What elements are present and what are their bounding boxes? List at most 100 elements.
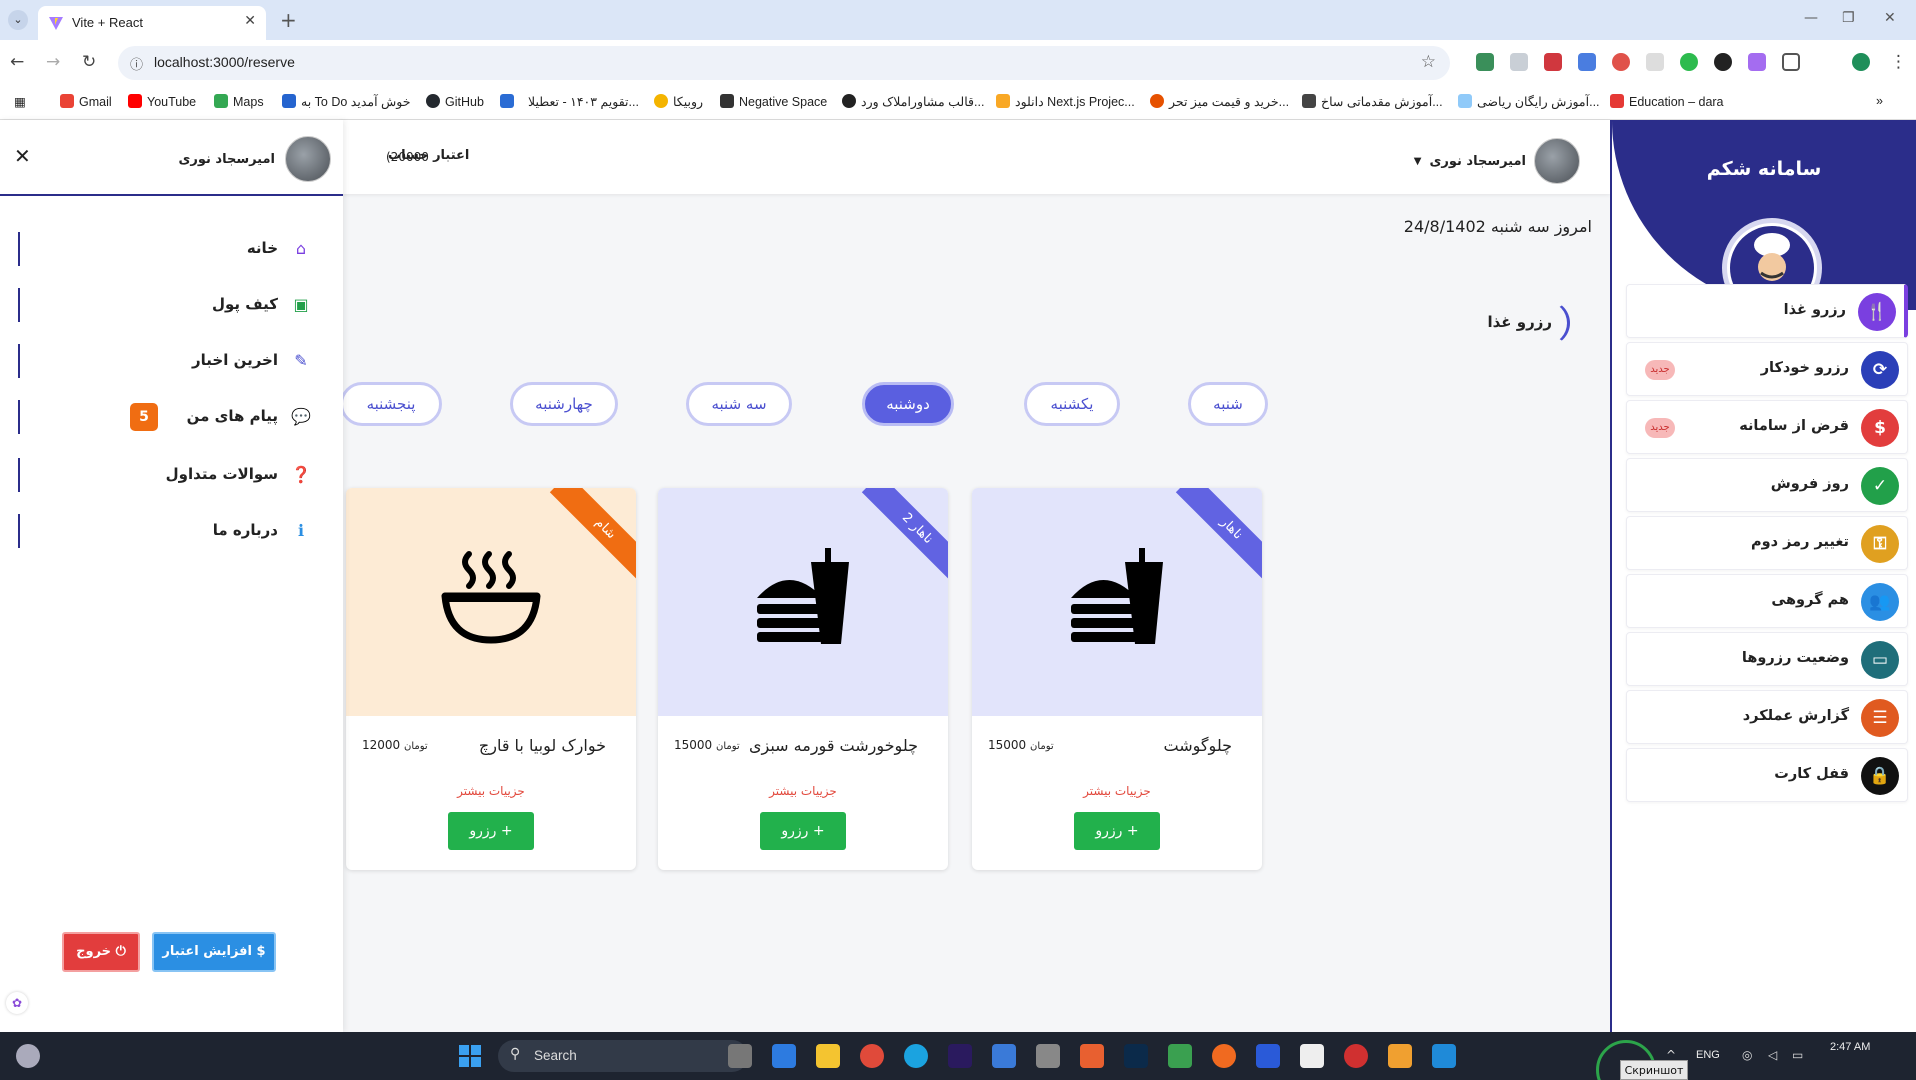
extension-icon[interactable]	[1476, 53, 1494, 71]
browser-tab[interactable]: Vite + React ✕	[38, 6, 266, 40]
bookmark-gmail[interactable]: Gmail	[60, 94, 112, 109]
window-close-icon[interactable]: ✕	[1884, 10, 1896, 26]
postman-icon[interactable]	[1212, 1044, 1236, 1068]
shield-extension-icon[interactable]	[1510, 53, 1528, 71]
sidebar-item-card-lock[interactable]: 🔒 قفل کارت	[1626, 748, 1908, 802]
more-menu-icon[interactable]: ⋮	[1890, 52, 1907, 72]
vscode-icon[interactable]	[1432, 1044, 1456, 1068]
windows-start-icon[interactable]	[458, 1044, 482, 1068]
reload-icon[interactable]: ↻	[82, 52, 96, 72]
bookmark-education[interactable]: Education – dara	[1610, 94, 1724, 109]
bookmark-desk[interactable]: خرید و قیمت میز تحر...	[1150, 94, 1289, 109]
bookmarks-overflow-icon[interactable]: »	[1876, 94, 1883, 108]
battery-icon[interactable]: ▭	[1792, 1048, 1803, 1062]
close-icon[interactable]: ✕	[14, 144, 31, 168]
bookmark-math[interactable]: آموزش رایگان ریاضی...	[1458, 94, 1600, 109]
more-details-link[interactable]: جزییات بیشتر	[972, 784, 1262, 798]
network-icon[interactable]: ◎	[1742, 1048, 1752, 1062]
check-extension-icon[interactable]	[1680, 53, 1698, 71]
premiere-icon[interactable]	[948, 1044, 972, 1068]
extension-icon[interactable]	[1748, 53, 1766, 71]
day-tab-tuesday[interactable]: سه شنبه	[686, 382, 792, 426]
reserve-button[interactable]: رزرو +	[448, 812, 534, 850]
bookmark-calendar[interactable]: تقویم ۱۴۰۳ - تعطیلا...	[528, 94, 639, 109]
address-bar[interactable]: ⓘ localhost:3000/reserve ☆	[118, 46, 1450, 80]
increase-credit-button[interactable]: افزایش اعتبار $	[152, 932, 276, 972]
minimize-icon[interactable]: —	[1804, 10, 1818, 26]
bookmark-maps[interactable]: Maps	[214, 94, 264, 109]
camera-icon[interactable]	[1036, 1044, 1060, 1068]
app-icon[interactable]	[1168, 1044, 1192, 1068]
medium-icon[interactable]	[1300, 1044, 1324, 1068]
reserve-button[interactable]: رزرو +	[1074, 812, 1160, 850]
browser-tabbar: ⌄ Vite + React ✕ + — ❐ ✕	[0, 0, 1916, 40]
apps-grid-icon[interactable]: ▦	[14, 94, 26, 109]
shield-app-icon[interactable]	[1256, 1044, 1280, 1068]
sidebar-item-change-password[interactable]: ⚿ تغییر رمز دوم	[1626, 516, 1908, 570]
taskbar-search[interactable]: ⚲ Search	[498, 1040, 748, 1072]
volume-icon[interactable]: ◁	[1768, 1048, 1777, 1062]
day-tab-thursday[interactable]: پنجشنبه	[340, 382, 442, 426]
drawer-item-messages[interactable]: 💬 پیام های من 5	[18, 400, 318, 434]
pen-extension-icon[interactable]	[1646, 53, 1664, 71]
task-view-icon[interactable]	[728, 1044, 752, 1068]
store-icon[interactable]	[992, 1044, 1016, 1068]
back-icon[interactable]: ←	[10, 52, 24, 72]
bookmark-tutorial[interactable]: آموزش مقدماتی ساخ...	[1302, 94, 1443, 109]
bookmark-youtube[interactable]: YouTube	[128, 94, 196, 109]
sidebar-item-food-reserve[interactable]: 🍴 رزرو غذا	[1626, 284, 1908, 338]
translate-icon[interactable]	[1578, 53, 1596, 71]
bookmark-todo[interactable]: به To Do خوش آمدید	[282, 94, 410, 109]
sidebar-item-group[interactable]: 👥 هم گروهی	[1626, 574, 1908, 628]
tab-search-button[interactable]: ⌄	[8, 10, 28, 30]
color-extension-icon[interactable]	[1612, 53, 1630, 71]
drawer-item-wallet[interactable]: ▣ کیف پول	[18, 288, 318, 322]
bookmark-rubika[interactable]: روبیکا	[654, 94, 703, 109]
file-explorer-icon[interactable]	[816, 1044, 840, 1068]
day-tab-saturday[interactable]: شنبه	[1188, 382, 1268, 426]
brain-icon[interactable]: ✿	[6, 992, 28, 1014]
profile-avatar[interactable]	[1852, 53, 1870, 71]
recorder-icon[interactable]	[1344, 1044, 1368, 1068]
chrome-icon[interactable]	[860, 1044, 884, 1068]
bookmark-template[interactable]: قالب مشاوراملاک ورد...	[842, 94, 984, 109]
day-tab-wednesday[interactable]: چهارشنبه	[510, 382, 618, 426]
language-indicator[interactable]: ENG	[1696, 1049, 1720, 1061]
day-tab-monday[interactable]: دوشنبه	[862, 382, 954, 426]
bookmark-negative-space[interactable]: Negative Space	[720, 94, 827, 109]
bookmark-star-icon[interactable]: ☆	[1421, 52, 1436, 72]
app-icon[interactable]	[772, 1044, 796, 1068]
tab-close-icon[interactable]: ✕	[244, 13, 256, 29]
user-menu[interactable]: امیرسجاد نوری ▼	[1414, 138, 1580, 184]
drawer-item-news[interactable]: ✎ اخرین اخبار	[18, 344, 318, 378]
sidebar-item-auto-reserve[interactable]: ⟳ رزرو خودکار جدید	[1626, 342, 1908, 396]
clock[interactable]: 2:47 AM	[1830, 1041, 1870, 1053]
more-details-link[interactable]: جزییات بیشتر	[658, 784, 948, 798]
photoshop-icon[interactable]	[1124, 1044, 1148, 1068]
drawer-item-faq[interactable]: ❓ سوالات متداول	[18, 458, 318, 492]
logout-button[interactable]: خروج ⏻	[62, 932, 140, 972]
day-tab-sunday[interactable]: یکشنبه	[1024, 382, 1120, 426]
sidebar-item-loan[interactable]: $ قرض از سامانه جدید	[1626, 400, 1908, 454]
edge-icon[interactable]	[904, 1044, 928, 1068]
bookmark-github[interactable]: GitHub	[426, 94, 484, 109]
weather-icon[interactable]	[16, 1044, 40, 1068]
restore-icon[interactable]: ❐	[1842, 10, 1855, 26]
sidebar-item-sell-day[interactable]: ✓ روز فروش	[1626, 458, 1908, 512]
more-details-link[interactable]: جزییات بیشتر	[346, 784, 636, 798]
bookmark-nextjs[interactable]: دانلود Next.js Projec...	[996, 94, 1135, 109]
new-tab-icon[interactable]: +	[280, 8, 297, 32]
bookmark-b[interactable]	[500, 94, 519, 109]
forward-icon[interactable]: →	[46, 52, 60, 72]
puzzle-icon[interactable]	[1782, 53, 1800, 71]
xampp-icon[interactable]	[1080, 1044, 1104, 1068]
sidebar-item-report[interactable]: ☰ گزارش عملکرد	[1626, 690, 1908, 744]
drawer-item-home[interactable]: ⌂ خانه	[18, 232, 318, 266]
extension-icon[interactable]	[1544, 53, 1562, 71]
reserve-button[interactable]: رزرو +	[760, 812, 846, 850]
site-info-icon[interactable]: ⓘ	[130, 54, 143, 73]
sidebar-item-reserve-status[interactable]: ▭ وضعیت رزروها	[1626, 632, 1908, 686]
drawer-item-about[interactable]: ℹ درباره ما	[18, 514, 318, 548]
extension-icon[interactable]	[1714, 53, 1732, 71]
chrome-canary-icon[interactable]	[1388, 1044, 1412, 1068]
